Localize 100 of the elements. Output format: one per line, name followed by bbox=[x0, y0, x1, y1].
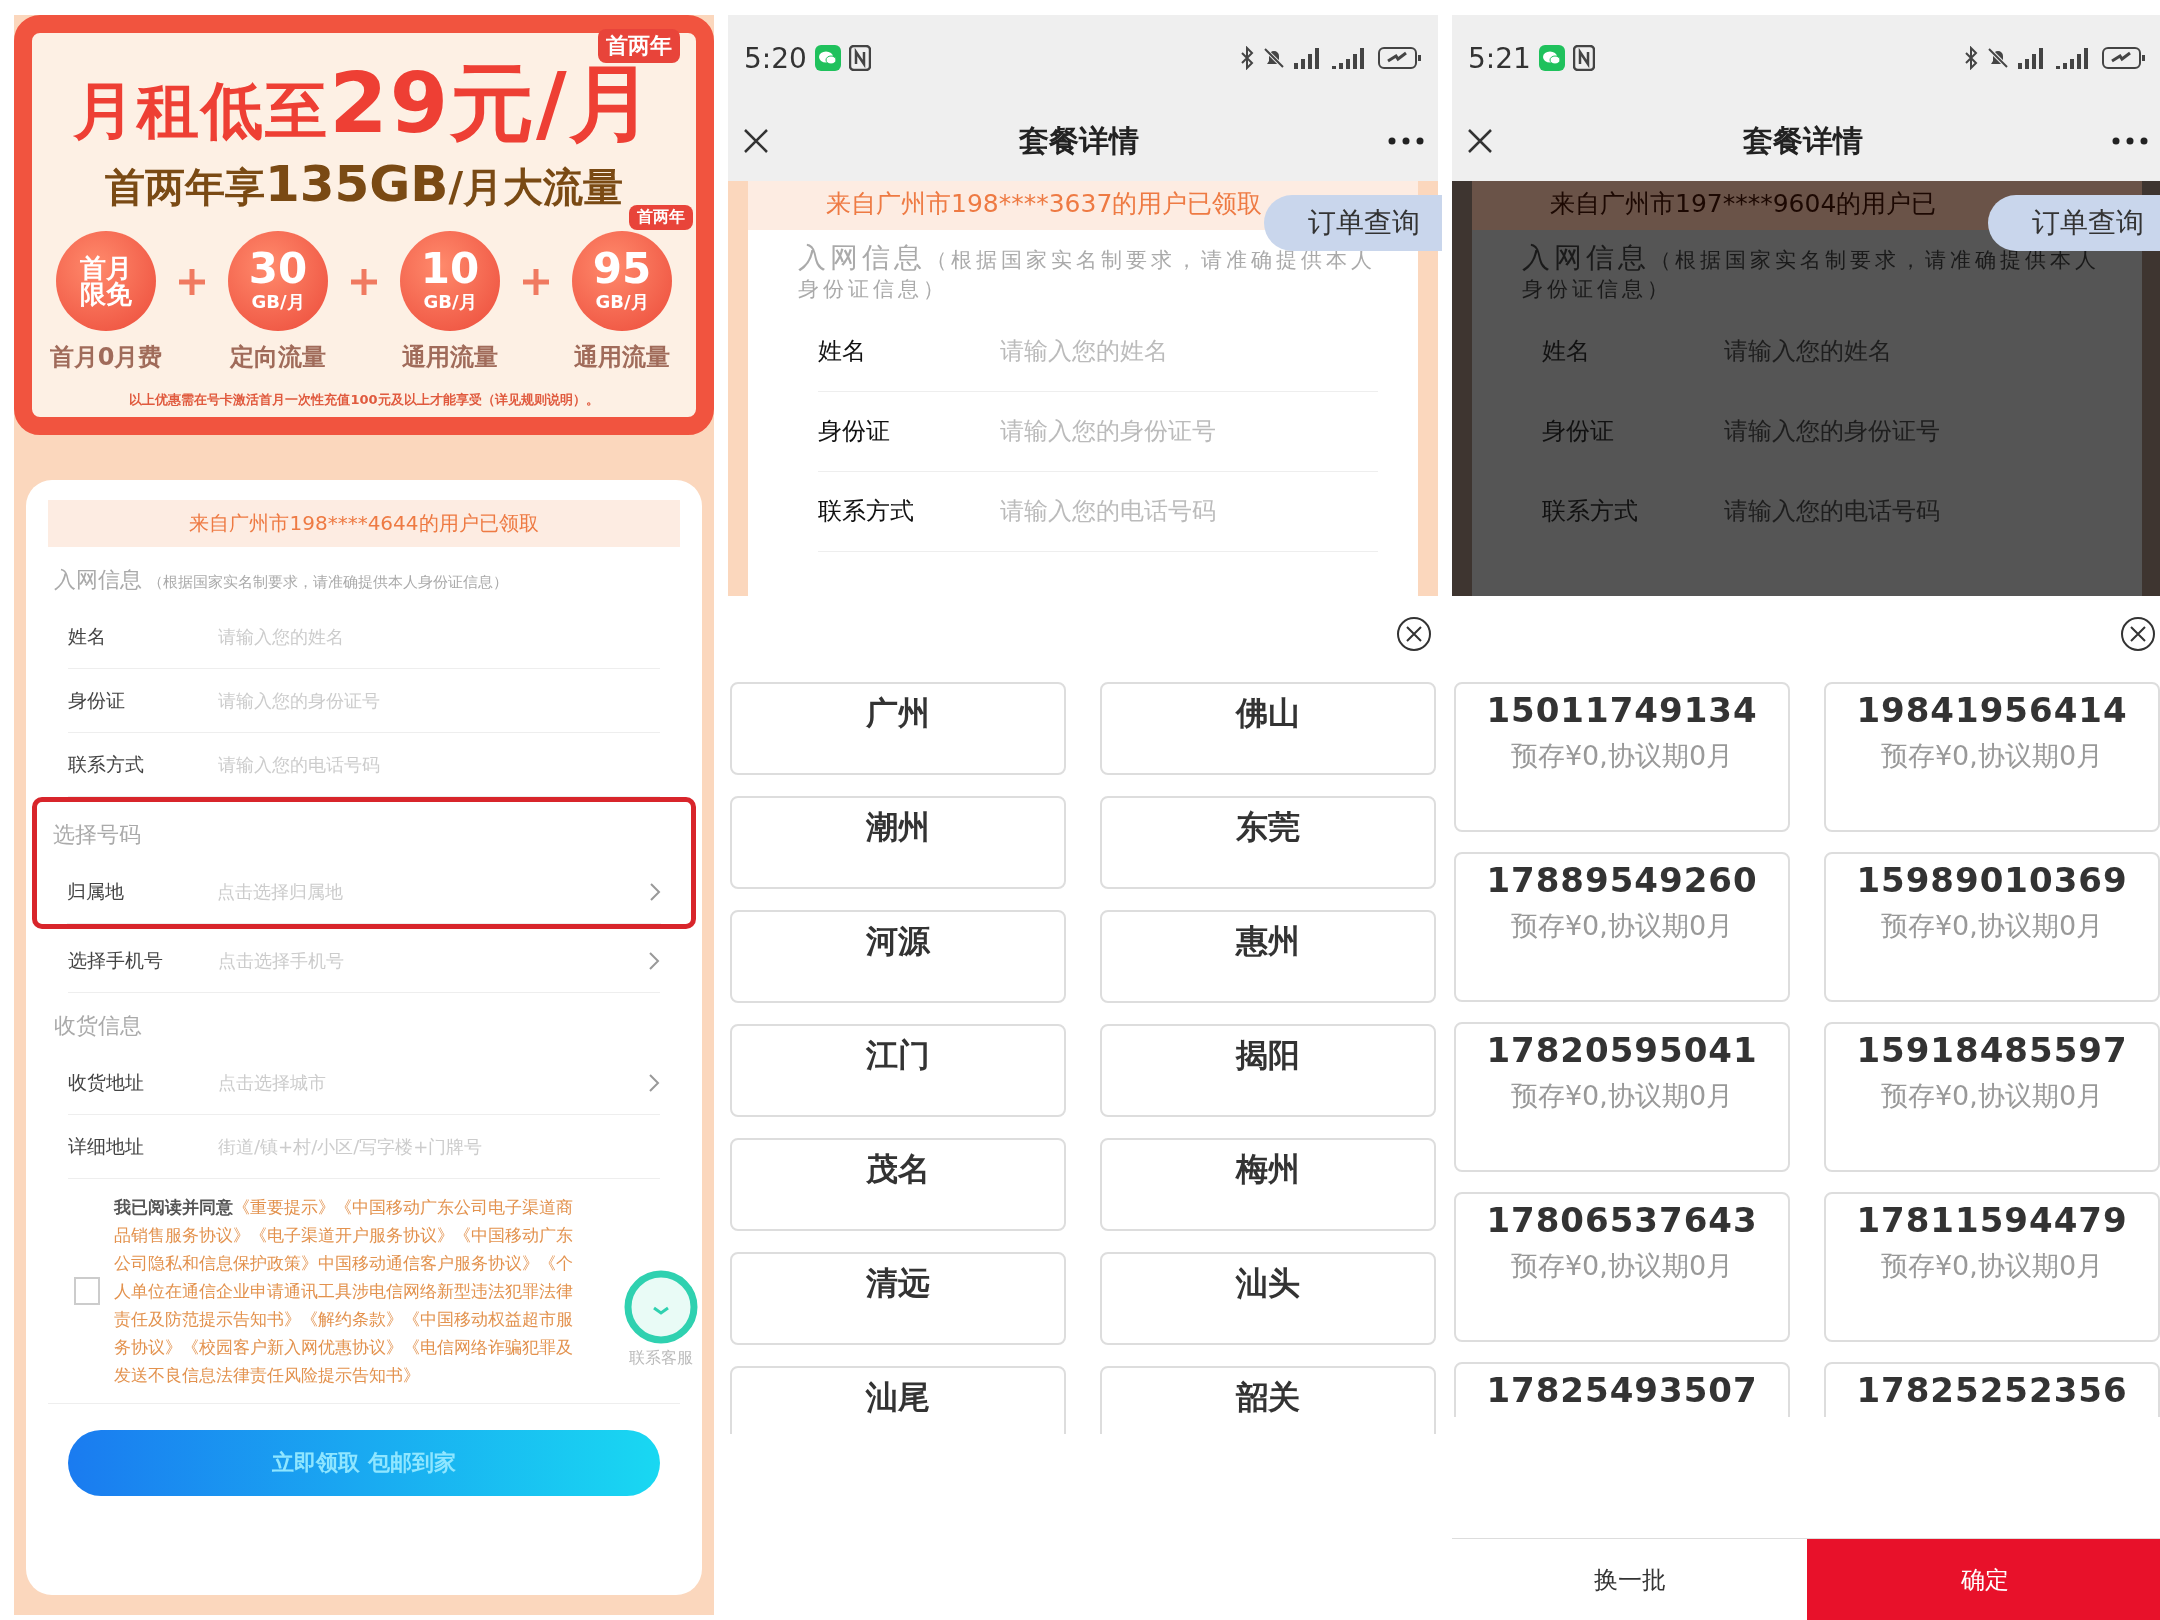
number-option[interactable]: 15918485597 预存¥0,协议期0月 bbox=[1824, 1022, 2160, 1172]
city-option[interactable]: 惠州 bbox=[1100, 910, 1436, 1003]
claim-notice: 来自广州市198****4644的用户已领取 bbox=[48, 500, 680, 547]
input-field[interactable]: 请输入您的身份证号 bbox=[998, 416, 1378, 447]
phone-number: 15918485597 bbox=[1856, 1030, 2128, 1070]
city-option[interactable]: 汕尾 bbox=[730, 1366, 1066, 1434]
number-option[interactable]: 15011749134 预存¥0,协议期0月 bbox=[1454, 682, 1790, 832]
section-note: （根据国家实名制要求，请准确提供本人身份证信息） bbox=[148, 573, 508, 592]
field-label: 身份证 bbox=[68, 687, 126, 713]
battery-charging-icon bbox=[1378, 46, 1422, 70]
plus-icon bbox=[177, 267, 207, 298]
nav-title: 套餐详情 bbox=[1019, 121, 1139, 160]
plus-icon bbox=[349, 267, 379, 298]
number-option[interactable]: 17820595041 预存¥0,协议期0月 bbox=[1454, 1022, 1790, 1172]
phone-number: 17825252356 bbox=[1856, 1370, 2128, 1410]
promo-badge: 首两年 bbox=[598, 29, 680, 63]
bluetooth-icon bbox=[1240, 46, 1254, 70]
city-option[interactable]: 揭阳 bbox=[1100, 1024, 1436, 1117]
number-option[interactable]: 17811594479 预存¥0,协议期0月 bbox=[1824, 1192, 2160, 1342]
number-option[interactable]: 17825252356 bbox=[1824, 1362, 2160, 1417]
city-option[interactable]: 汕头 bbox=[1100, 1252, 1436, 1345]
perk-label: 通用流量 bbox=[574, 342, 670, 374]
section-title: 收货信息 bbox=[54, 1012, 142, 1040]
city-option[interactable]: 潮州 bbox=[730, 796, 1066, 889]
number-terms: 预存¥0,协议期0月 bbox=[1880, 1249, 2104, 1283]
city-option[interactable]: 河源 bbox=[730, 910, 1066, 1003]
phone-number: 19841956414 bbox=[1856, 690, 2128, 730]
phone-number: 17889549260 bbox=[1486, 860, 1758, 900]
number-terms: 预存¥0,协议期0月 bbox=[1510, 909, 1734, 943]
number-option[interactable]: 15989010369 预存¥0,协议期0月 bbox=[1824, 852, 2160, 1002]
field-label: 姓名 bbox=[818, 336, 867, 368]
battery-charging-icon bbox=[2102, 46, 2146, 70]
status-time: 5:20 bbox=[744, 41, 807, 75]
perk-circle: 95 GB/月 bbox=[572, 231, 672, 332]
close-icon[interactable] bbox=[2120, 616, 2156, 652]
chevron-right-icon bbox=[648, 1072, 660, 1093]
plus-icon bbox=[521, 267, 551, 298]
city-option[interactable]: 东莞 bbox=[1100, 796, 1436, 889]
chat-app-icon bbox=[814, 45, 841, 71]
perk-label: 首月0月费 bbox=[49, 342, 163, 374]
promo-subheadline: 首两年享135GB/月大流量 bbox=[104, 155, 624, 216]
more-icon[interactable] bbox=[1388, 137, 1424, 145]
chevron-right-icon bbox=[649, 881, 661, 902]
field-label: 联系方式 bbox=[1542, 496, 1639, 528]
number-terms: 预存¥0,协议期0月 bbox=[1510, 1249, 1734, 1283]
city-option[interactable]: 梅州 bbox=[1100, 1138, 1436, 1231]
field-label: 归属地 bbox=[67, 878, 125, 904]
city-option[interactable]: 江门 bbox=[730, 1024, 1066, 1117]
agreement-checkbox[interactable] bbox=[74, 1277, 100, 1305]
perk-badge: 首两年 bbox=[629, 205, 693, 231]
chat-label: 联系客服 bbox=[629, 1348, 693, 1369]
close-icon[interactable] bbox=[1396, 616, 1432, 652]
city-option[interactable]: 韶关 bbox=[1100, 1366, 1436, 1434]
phone-number: 17806537643 bbox=[1486, 1200, 1758, 1240]
section-title: 入网信息 bbox=[54, 566, 142, 594]
number-option[interactable]: 17889549260 预存¥0,协议期0月 bbox=[1454, 852, 1790, 1002]
bell-muted-icon bbox=[1986, 46, 2010, 70]
field-label: 身份证 bbox=[818, 416, 891, 448]
section-title: 选择号码 bbox=[53, 821, 141, 849]
bell-muted-icon bbox=[1262, 46, 1286, 70]
phone-number: 17820595041 bbox=[1486, 1030, 1758, 1070]
phone-number: 15989010369 bbox=[1856, 860, 2128, 900]
field-label: 选择手机号 bbox=[68, 947, 164, 973]
phone-number: 15011749134 bbox=[1486, 690, 1758, 730]
number-terms: 预存¥0,协议期0月 bbox=[1880, 1079, 2104, 1113]
input-field[interactable]: 请输入您的电话号码 bbox=[998, 496, 1378, 527]
field-label: 身份证 bbox=[1542, 416, 1615, 448]
field-label: 联系方式 bbox=[818, 496, 915, 528]
number-terms: 预存¥0,协议期0月 bbox=[1880, 909, 2104, 943]
input-field[interactable]: 请输入您的姓名 bbox=[998, 336, 1378, 367]
nfc-icon bbox=[1572, 45, 1595, 71]
city-option[interactable]: 茂名 bbox=[730, 1138, 1066, 1231]
nav-title: 套餐详情 bbox=[1743, 121, 1863, 160]
chat-app-icon bbox=[1538, 45, 1565, 71]
order-query-button[interactable]: 订单查询 bbox=[1988, 195, 2160, 251]
city-option[interactable]: 清远 bbox=[730, 1252, 1066, 1345]
number-option[interactable]: 19841956414 预存¥0,协议期0月 bbox=[1824, 682, 2160, 832]
phone-number: 17825493507 bbox=[1486, 1370, 1758, 1410]
perk-circle: 30 GB/月 bbox=[228, 231, 328, 332]
number-terms: 预存¥0,协议期0月 bbox=[1510, 739, 1734, 773]
city-option[interactable]: 广州 bbox=[730, 682, 1066, 775]
close-icon[interactable] bbox=[742, 127, 770, 155]
field-label: 姓名 bbox=[1542, 336, 1591, 368]
city-option[interactable]: 佛山 bbox=[1100, 682, 1436, 775]
number-terms: 预存¥0,协议期0月 bbox=[1510, 1079, 1734, 1113]
more-icon[interactable] bbox=[2112, 137, 2148, 145]
close-icon[interactable] bbox=[1466, 127, 1494, 155]
number-terms: 预存¥0,协议期0月 bbox=[1880, 739, 2104, 773]
order-query-button[interactable]: 订单查询 bbox=[1264, 195, 1442, 251]
number-option[interactable]: 17825493507 bbox=[1454, 1362, 1790, 1417]
number-option[interactable]: 17806537643 预存¥0,协议期0月 bbox=[1454, 1192, 1790, 1342]
confirm-button[interactable]: 确定 bbox=[1807, 1539, 2160, 1620]
perk-label: 通用流量 bbox=[402, 342, 498, 374]
field-label: 姓名 bbox=[68, 623, 107, 649]
chevron-right-icon bbox=[648, 950, 660, 971]
field-label: 联系方式 bbox=[68, 751, 145, 777]
agreement-text: 我已阅读并同意《重要提示》《中国移动广东公司电子渠道商品销售服务协议》《电子渠道开户服务协议》《中国移动广东公司隐私和信息保护政策》中国移动通信客户服务协议》《个人单位在通信企业申请通讯工具涉电信网络新型违法犯罪法律责任及防范提示告知书》《解约条款》《中国移动权益超市服务协议》《校园客户新入网优惠协议》《电信网络诈骗犯罪及发送不良信息法律责任风险提示告知书》 bbox=[114, 1196, 574, 1387]
field-label: 收货地址 bbox=[68, 1069, 145, 1095]
status-time: 5:21 bbox=[1468, 41, 1531, 75]
perk-circle: 10 GB/月 bbox=[400, 231, 500, 332]
